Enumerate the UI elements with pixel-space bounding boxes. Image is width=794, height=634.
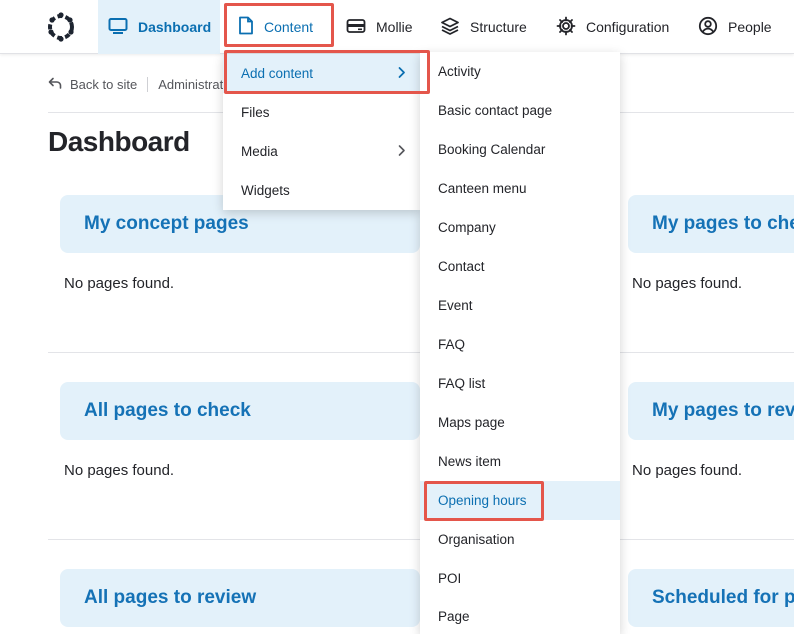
back-to-site-label: Back to site [70,76,138,92]
toolbar-item-dashboard[interactable]: Dashboard [98,0,220,54]
submenu-item-label: Canteen menu [438,181,527,196]
toolbar-item-label: People [728,19,772,35]
submenu-item-news-item[interactable]: News item [420,442,620,481]
submenu-item-organisation[interactable]: Organisation [420,520,620,559]
submenu-item-label: Basic contact page [438,103,553,118]
toolbar-item-label: Content [264,19,314,35]
submenu-item-booking-calendar[interactable]: Booking Calendar [420,130,620,169]
submenu-item-label: Booking Calendar [438,142,546,157]
submenu-item-canteen-menu[interactable]: Canteen menu [420,169,620,208]
content-dropdown-menu: Add content Files Media Widgets [223,54,420,210]
empty-message: No pages found. [64,275,175,292]
submenu-item-activity[interactable]: Activity [420,52,620,91]
submenu-item-label: Organisation [438,532,515,547]
toolbar-item-people[interactable]: People [688,0,780,54]
submenu-item-event[interactable]: Event [420,286,620,325]
back-to-site-link[interactable]: Back to site [48,76,149,92]
monitor-icon [108,17,128,38]
block-title-my-pages-to-review[interactable]: My pages to review [628,382,794,440]
empty-message: No pages found. [64,462,175,479]
admin-toolbar: Dashboard Content Mollie Structure Confi… [0,0,794,54]
submenu-item-label: Opening hours [438,493,527,508]
submenu-item-contact[interactable]: Contact [420,247,620,286]
submenu-item-poi[interactable]: POI [420,559,620,598]
submenu-item-company[interactable]: Company [420,208,620,247]
toolbar-item-label: Configuration [586,19,670,35]
toolbar-item-label: Dashboard [138,19,212,35]
toolbar-item-label: Structure [470,19,527,35]
toolbar-item-mollie[interactable]: Mollie [336,0,420,54]
toolbar-item-label: Mollie [376,19,413,35]
back-arrow-icon [48,77,62,92]
submenu-item-label: Page [438,608,470,624]
add-content-submenu: Activity Basic contact page Booking Cale… [420,52,620,634]
page-title: Dashboard [48,126,190,157]
submenu-item-maps-page[interactable]: Maps page [420,403,620,442]
block-title-scheduled-for-publishing[interactable]: Scheduled for publishing [628,569,794,627]
submenu-item-label: Contact [438,259,485,274]
chevron-right-icon [398,66,406,81]
menu-item-files[interactable]: Files [223,93,420,132]
submenu-item-page[interactable]: Page [420,598,620,634]
submenu-item-label: Activity [438,64,481,79]
submenu-item-faq-list[interactable]: FAQ list [420,364,620,403]
submenu-item-label: FAQ [438,337,466,352]
document-icon [238,16,254,38]
menu-item-label: Add content [241,66,314,81]
card-icon [346,18,366,37]
toolbar-item-content[interactable]: Content [228,0,330,54]
person-icon [698,16,718,39]
menu-item-media[interactable]: Media [223,132,420,171]
block-title-all-pages-to-check[interactable]: All pages to check [60,382,420,440]
submenu-item-label: Maps page [438,415,505,430]
submenu-item-label: Event [438,298,473,313]
toolbar-item-structure[interactable]: Structure [430,0,540,54]
menu-item-label: Widgets [241,183,290,198]
block-title-my-pages-to-check[interactable]: My pages to check [628,195,794,253]
menu-item-label: Files [241,105,270,120]
toolbar-item-configuration[interactable]: Configuration [546,0,680,54]
submenu-item-label: POI [438,571,462,586]
menu-item-widgets[interactable]: Widgets [223,171,420,210]
layers-icon [440,17,460,38]
empty-message: No pages found. [632,462,743,479]
submenu-item-label: FAQ list [438,376,486,391]
submenu-item-faq[interactable]: FAQ [420,325,620,364]
submenu-item-label: News item [438,454,502,469]
droplet-logo[interactable] [42,8,80,46]
submenu-item-basic-contact-page[interactable]: Basic contact page [420,91,620,130]
gear-icon [556,16,576,39]
submenu-item-opening-hours[interactable]: Opening hours [420,481,620,520]
menu-item-label: Media [241,144,278,159]
block-title-all-pages-to-review[interactable]: All pages to review [60,569,420,627]
empty-message: No pages found. [632,275,743,292]
chevron-right-icon [398,144,406,159]
submenu-item-label: Company [438,220,496,235]
breadcrumb: Back to site Administration [48,74,241,94]
menu-item-add-content[interactable]: Add content [223,54,420,93]
